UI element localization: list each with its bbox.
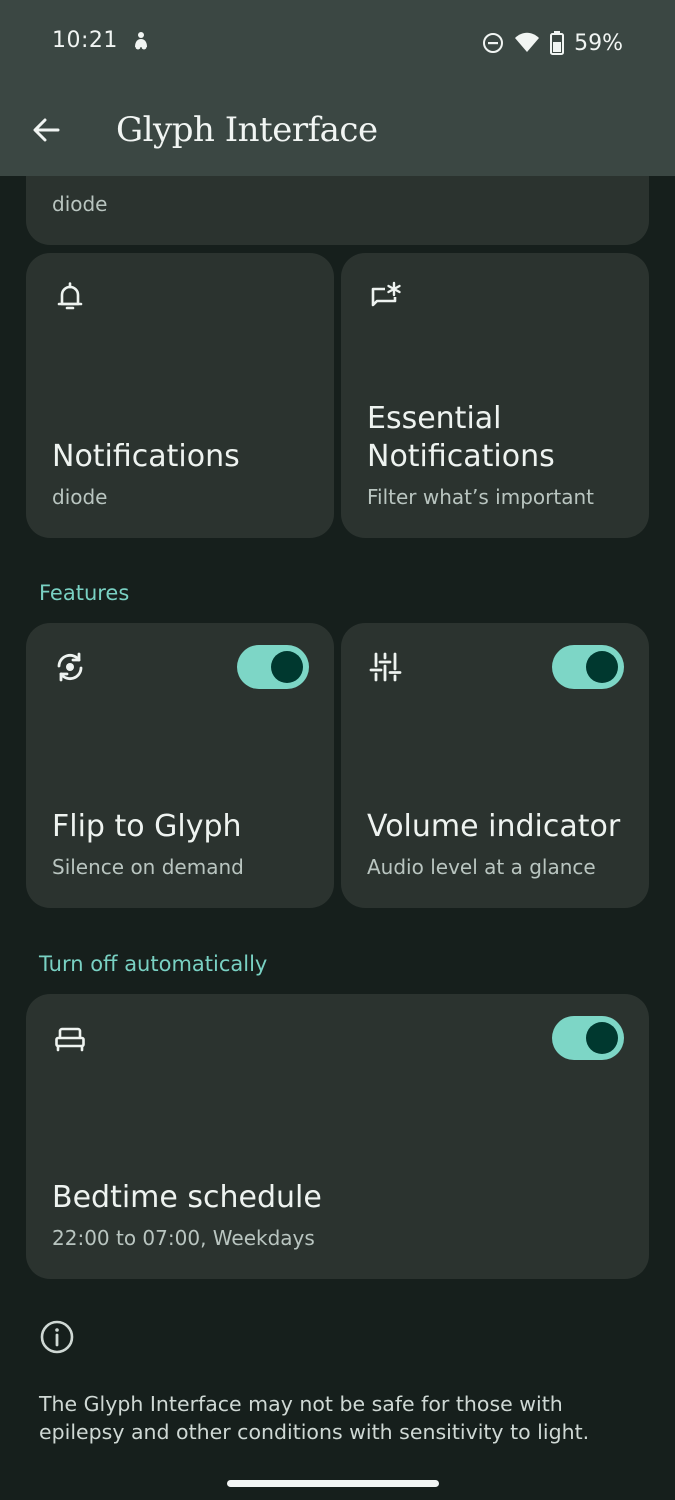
notifications-card[interactable]: Notifications diode [26, 253, 334, 538]
essential-notification-icon [371, 281, 401, 307]
volume-indicator-subtitle: Audio level at a glance [367, 855, 596, 879]
volume-indicator-toggle[interactable] [552, 645, 624, 689]
wifi-icon [515, 32, 540, 52]
volume-sliders-icon [369, 652, 402, 682]
features-section-label: Features [39, 581, 130, 605]
ringtones-card-subtitle: diode [52, 192, 108, 216]
toggle-knob [586, 1022, 618, 1054]
glyph-interface-screen: 10:21 59% Glyph Interface diode Notifica… [0, 0, 675, 1500]
essential-notifications-card[interactable]: Essential Notifications Filter what’s im… [341, 253, 649, 538]
turn-off-section-label: Turn off automatically [39, 952, 268, 976]
flip-to-glyph-card[interactable]: Flip to Glyph Silence on demand [26, 623, 334, 908]
flip-to-glyph-toggle[interactable] [237, 645, 309, 689]
toggle-knob [271, 651, 303, 683]
bedtime-schedule-subtitle: 22:00 to 07:00, Weekdays [52, 1226, 315, 1250]
info-icon [40, 1320, 74, 1354]
essential-card-title-line2: Notifications [367, 439, 555, 474]
epilepsy-warning-text: The Glyph Interface may not be safe for … [39, 1392, 590, 1444]
battery-icon [550, 31, 565, 55]
top-app-bar: 10:21 59% Glyph Interface [0, 0, 675, 176]
volume-indicator-title: Volume indicator [367, 809, 621, 844]
bedtime-schedule-card[interactable]: Bedtime schedule 22:00 to 07:00, Weekday… [26, 994, 649, 1279]
volume-indicator-card[interactable]: Volume indicator Audio level at a glance [341, 623, 649, 908]
back-button[interactable] [22, 106, 70, 154]
battery-percentage: 59% [574, 30, 623, 56]
do-not-disturb-icon [483, 33, 504, 53]
gesture-navigation-handle[interactable] [227, 1480, 439, 1487]
notifications-card-subtitle: diode [52, 485, 108, 509]
status-time: 10:21 [52, 28, 118, 53]
arrow-back-icon [33, 118, 60, 142]
essential-card-subtitle: Filter what’s important [367, 485, 594, 509]
flip-to-glyph-subtitle: Silence on demand [52, 855, 244, 879]
flip-rotate-icon [57, 652, 83, 682]
essential-card-title-line1: Essential [367, 401, 502, 436]
notifications-card-title: Notifications [52, 439, 240, 474]
flip-to-glyph-title: Flip to Glyph [52, 809, 242, 844]
bedtime-schedule-toggle[interactable] [552, 1016, 624, 1060]
assistant-icon [135, 32, 147, 50]
bedtime-schedule-title: Bedtime schedule [52, 1180, 322, 1215]
bed-icon [55, 1027, 85, 1052]
toggle-knob [586, 651, 618, 683]
bell-icon [57, 282, 83, 310]
status-icons: 59% [482, 28, 623, 58]
page-title: Glyph Interface [116, 110, 378, 150]
